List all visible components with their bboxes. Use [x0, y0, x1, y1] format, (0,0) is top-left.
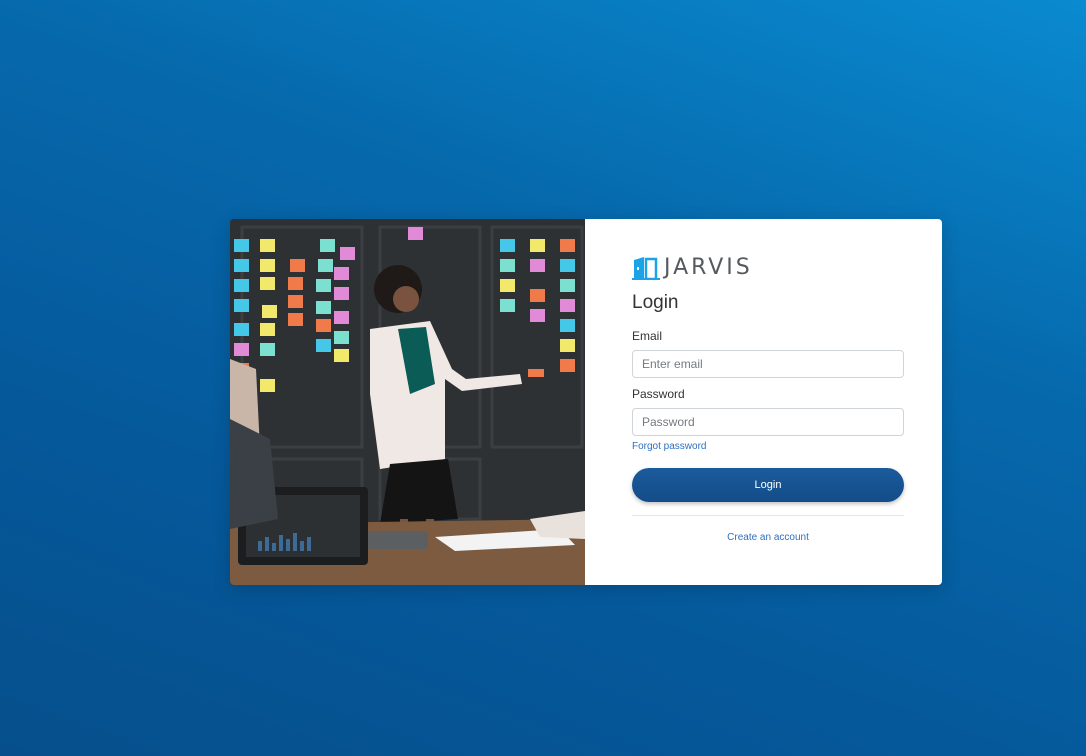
sticky-note	[500, 279, 515, 292]
sticky-note	[334, 287, 349, 300]
email-label: Email	[632, 329, 663, 343]
sticky-note	[260, 379, 275, 392]
sticky-note	[290, 259, 305, 272]
password-input[interactable]	[632, 408, 904, 436]
email-input[interactable]	[632, 350, 904, 378]
sticky-note	[316, 319, 331, 332]
sticky-note	[260, 259, 275, 272]
sticky-note	[560, 339, 575, 352]
sticky-note	[334, 267, 349, 280]
sticky-note	[500, 239, 515, 252]
sticky-note	[334, 311, 349, 324]
sticky-note	[530, 289, 545, 302]
sticky-note	[234, 299, 249, 312]
sticky-note	[560, 359, 575, 372]
sticky-note	[340, 247, 355, 260]
sticky-note	[500, 299, 515, 312]
hero-photo	[230, 219, 585, 585]
sticky-note	[260, 343, 275, 356]
sticky-note	[318, 259, 333, 272]
door-icon	[632, 257, 660, 280]
forgot-password-link[interactable]: Forgot password	[632, 441, 706, 453]
sticky-note	[530, 259, 545, 272]
sticky-note	[530, 309, 545, 322]
sticky-note	[530, 239, 545, 252]
page-title: Login	[632, 292, 679, 313]
sticky-note	[288, 313, 303, 326]
sticky-note	[560, 299, 575, 312]
divider	[632, 515, 904, 516]
sticky-note	[288, 295, 303, 308]
brand-name: JARVIS	[664, 255, 753, 280]
sticky-note	[560, 319, 575, 332]
login-card: JARVIS Login Email Password Forgot passw…	[230, 219, 942, 585]
sticky-note	[500, 259, 515, 272]
login-form-panel: JARVIS Login Email Password Forgot passw…	[585, 219, 942, 585]
sticky-note	[316, 339, 331, 352]
sticky-note	[260, 239, 275, 252]
sticky-note	[260, 323, 275, 336]
sticky-note	[234, 343, 249, 356]
brand-logo: JARVIS	[632, 256, 753, 280]
password-label: Password	[632, 387, 685, 401]
sticky-note	[260, 277, 275, 290]
sticky-note	[316, 279, 331, 292]
sticky-note	[560, 259, 575, 272]
sticky-note	[234, 259, 249, 272]
sticky-note	[234, 239, 249, 252]
sticky-note	[316, 301, 331, 314]
sticky-note	[234, 323, 249, 336]
create-account-link[interactable]: Create an account	[632, 532, 904, 544]
sticky-note	[334, 349, 349, 362]
sticky-note	[560, 279, 575, 292]
sticky-note	[320, 239, 335, 252]
login-button[interactable]: Login	[632, 468, 904, 502]
sticky-note	[560, 239, 575, 252]
sticky-note	[288, 277, 303, 290]
sticky-note	[334, 331, 349, 344]
sticky-note	[234, 279, 249, 292]
sticky-note	[262, 305, 277, 318]
sticky-note	[408, 227, 423, 240]
